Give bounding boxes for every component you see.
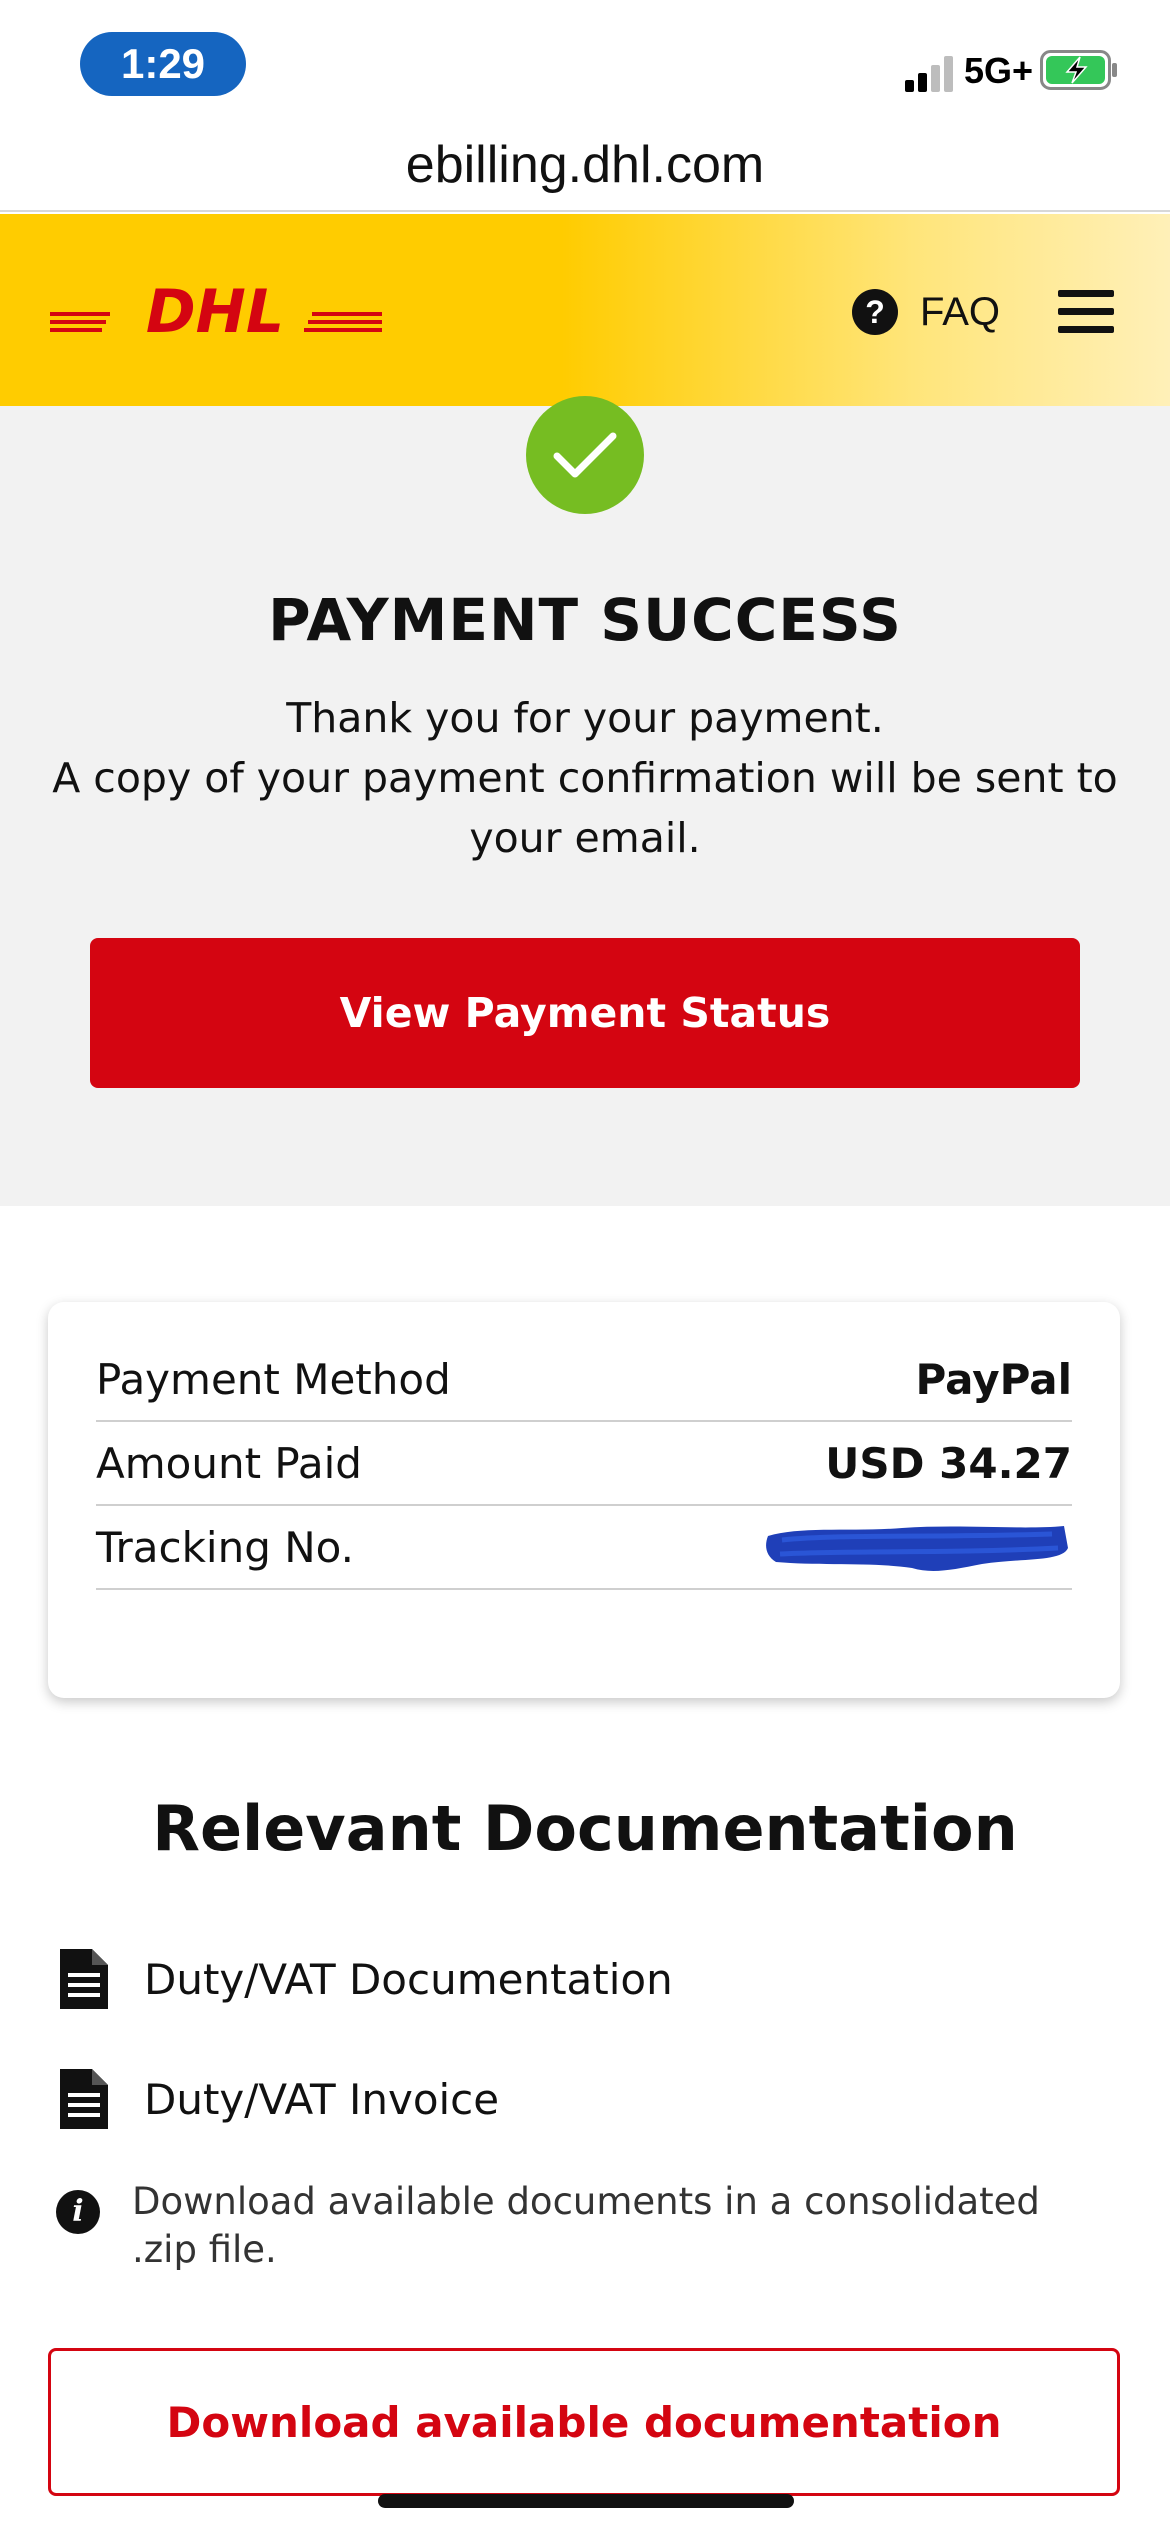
- dhl-logo[interactable]: DHL: [50, 284, 382, 340]
- doc-label: Duty/VAT Invoice: [144, 2074, 500, 2124]
- info-note: i Download available documents in a cons…: [56, 2178, 1116, 2274]
- detail-row-payment-method: Payment Method PayPal: [96, 1338, 1072, 1422]
- view-payment-status-button[interactable]: View Payment Status: [90, 938, 1080, 1088]
- page-title: PAYMENT SUCCESS: [268, 586, 902, 654]
- network-type: 5G+: [964, 50, 1034, 91]
- status-bar: 1:29 5G+: [0, 0, 1170, 120]
- info-text: Download available documents in a consol…: [132, 2180, 1040, 2271]
- documentation-title: Relevant Documentation: [152, 1792, 1018, 1865]
- detail-label: Payment Method: [96, 1354, 451, 1404]
- tracking-number-link-redacted[interactable]: [762, 1518, 1072, 1576]
- status-time: 1:29: [80, 32, 246, 96]
- detail-label: Tracking No.: [96, 1522, 354, 1572]
- detail-row-amount-paid: Amount Paid USD 34.27: [96, 1422, 1072, 1506]
- battery-charging-icon: [1040, 50, 1117, 90]
- detail-value: USD 34.27: [825, 1438, 1072, 1488]
- success-line-1: Thank you for your payment.: [286, 694, 884, 742]
- url-text: ebilling.dhl.com: [405, 136, 765, 194]
- payment-details-card: Payment Method PayPal Amount Paid USD 34…: [48, 1302, 1120, 1698]
- checkmark-icon: [526, 396, 644, 514]
- document-icon: [60, 1949, 108, 2009]
- site-header: DHL ? FAQ: [0, 214, 1170, 406]
- home-indicator[interactable]: [378, 2494, 794, 2508]
- svg-text:DHL: DHL: [146, 284, 284, 340]
- doc-link-duty-vat-documentation[interactable]: Duty/VAT Documentation: [58, 1944, 673, 2014]
- doc-label: Duty/VAT Documentation: [144, 1954, 673, 2004]
- detail-label: Amount Paid: [96, 1438, 362, 1488]
- payment-success-section: PAYMENT SUCCESS Thank you for your payme…: [0, 396, 1170, 1206]
- document-icon: [60, 2069, 108, 2129]
- success-line-2: A copy of your payment confirmation will…: [52, 754, 1118, 862]
- faq-link[interactable]: ? FAQ: [852, 284, 1000, 340]
- faq-label: FAQ: [920, 289, 1001, 334]
- info-icon: i: [56, 2190, 100, 2234]
- url-bar[interactable]: ebilling.dhl.com: [0, 120, 1170, 212]
- detail-value: PayPal: [915, 1354, 1072, 1404]
- detail-row-tracking-no: Tracking No.: [96, 1506, 1072, 1590]
- download-documentation-button[interactable]: Download available documentation: [48, 2348, 1120, 2496]
- cellular-signal-icon: [905, 56, 953, 92]
- hamburger-menu-icon[interactable]: [1058, 290, 1114, 334]
- doc-link-duty-vat-invoice[interactable]: Duty/VAT Invoice: [58, 2064, 499, 2134]
- success-message: Thank you for your payment. A copy of yo…: [40, 688, 1130, 868]
- question-circle-icon: ?: [852, 289, 898, 335]
